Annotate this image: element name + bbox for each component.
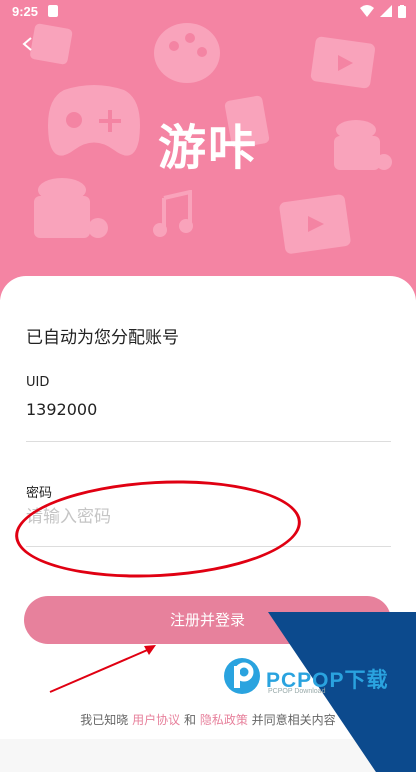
privacy-policy-link[interactable]: 隐私政策 [200, 713, 248, 727]
status-bar: 9:25 [0, 0, 416, 24]
pcpop-logo-icon [224, 658, 260, 694]
arrow-annotation-icon [49, 645, 156, 693]
password-label: 密码 [26, 486, 53, 501]
video-icon [310, 36, 375, 89]
user-agreement-link[interactable]: 用户协议 [132, 713, 180, 727]
notification-icon [48, 5, 58, 17]
uid-divider [26, 441, 391, 442]
play-card-icon [279, 194, 351, 254]
palette-icon [154, 23, 220, 83]
app-header: 9:25 游咔 [0, 0, 416, 300]
card-title: 已自动为您分配账号 [26, 328, 179, 348]
agreement-suffix: 并同意相关内容 [251, 713, 336, 727]
status-icons [360, 5, 406, 18]
cake-icon [34, 178, 108, 238]
password-input[interactable] [24, 500, 388, 534]
uid-value: 1392000 [26, 400, 98, 419]
status-time: 9:25 [12, 4, 39, 19]
back-button[interactable] [14, 30, 42, 58]
watermark-sub: PCPOP Download [268, 688, 326, 695]
wifi-icon [360, 5, 374, 17]
battery-icon [398, 5, 406, 18]
agreement-and: 和 [183, 713, 196, 727]
chevron-left-icon [22, 37, 32, 51]
app-title: 游咔 [157, 120, 258, 176]
agreement-prefix: 我已知晓 [80, 713, 129, 727]
music-note-icon [153, 190, 193, 237]
signal-icon [380, 5, 392, 17]
password-divider [26, 546, 391, 547]
agreement-text: 我已知晓 用户协议 和 隐私政策 并同意相关内容 [0, 711, 416, 728]
uid-label: UID [26, 375, 50, 390]
